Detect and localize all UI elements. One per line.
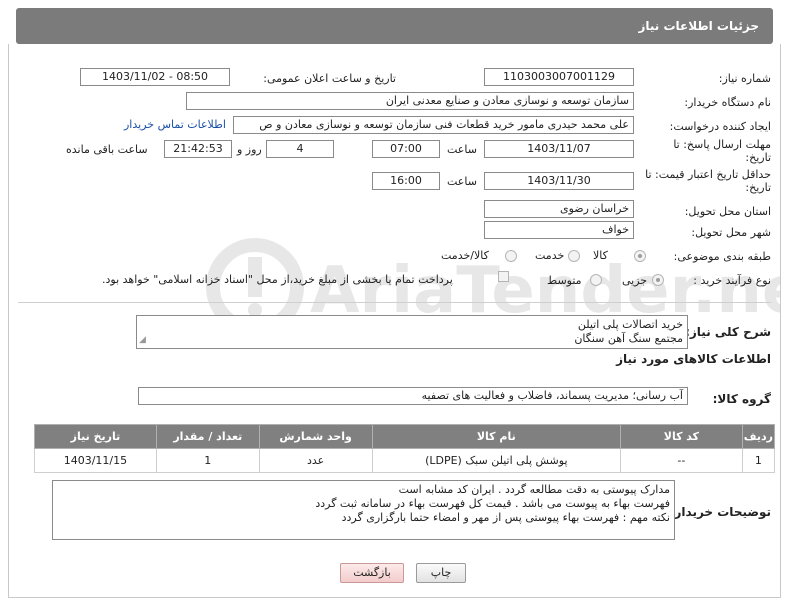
requester-field: علی محمد حیدری مامور خرید قطعات فنی سازم… xyxy=(233,116,634,134)
deadline-date-field: 1403/11/07 xyxy=(484,140,634,158)
category-option-goods-service: کالا/خدمت xyxy=(441,249,489,262)
cell-quantity: 1 xyxy=(155,448,260,473)
treasury-checkbox[interactable] xyxy=(498,271,509,282)
days-label: روز و xyxy=(237,143,262,156)
col-name: نام کالا xyxy=(371,424,622,449)
requester-label: ایجاد کننده درخواست: xyxy=(669,120,771,133)
buyer-org-label: نام دستگاه خریدار: xyxy=(684,96,771,109)
col-code: کد کالا xyxy=(620,424,743,449)
table-row: 1 -- پوشش پلی اتیلن سبک (LDPE) عدد 1 140… xyxy=(34,448,776,473)
cell-name: پوشش پلی اتیلن سبک (LDPE) xyxy=(371,448,622,473)
description-label: شرح کلی نیاز: xyxy=(685,325,771,339)
back-button[interactable]: بازگشت xyxy=(340,563,404,583)
city-field: خواف xyxy=(484,221,634,239)
validity-time-field: 16:00 xyxy=(372,172,440,190)
col-row: ردیف xyxy=(741,424,776,449)
buyer-notes-line-2: فهرست بهاء به پیوست می باشد . قیمت کل فه… xyxy=(315,497,670,510)
city-label: شهر محل تحویل: xyxy=(691,226,771,239)
process-radio-medium[interactable] xyxy=(590,274,602,286)
buyer-notes-label: توضیحات خریدار: xyxy=(669,505,771,519)
days-remaining-field: 4 xyxy=(266,140,334,158)
goods-group-label: گروه کالا: xyxy=(712,392,771,406)
validity-time-label: ساعت xyxy=(447,175,477,188)
payment-note: پرداخت تمام یا بخشی از مبلغ خرید،از محل … xyxy=(102,273,453,286)
announce-date-field: 1403/11/02 - 08:50 xyxy=(80,68,230,86)
buyer-notes-textarea: مدارک پیوستی به دقت مطالعه گردد . ایران … xyxy=(52,480,675,540)
goods-table: ردیف کد کالا نام کالا واحد شمارش تعداد /… xyxy=(34,424,776,473)
deadline-time-field: 07:00 xyxy=(372,140,440,158)
buyer-org-field: سازمان توسعه و نوسازی معادن و صنایع معدن… xyxy=(186,92,634,110)
process-option-minor: جزیی xyxy=(622,274,648,287)
description-line-1: خرید اتصالات پلی اتیلن xyxy=(577,318,683,331)
category-radio-goods-service[interactable] xyxy=(505,250,517,262)
category-option-goods: کالا xyxy=(593,249,608,262)
process-label: نوع فرآیند خرید : xyxy=(693,274,771,287)
deadline-time-label: ساعت xyxy=(447,143,477,156)
deadline-label-line2: تاریخ: xyxy=(745,151,771,164)
goods-group-field: آب رسانی؛ مدیریت پسماند، فاضلاب و فعالیت… xyxy=(138,387,688,405)
validity-date-field: 1403/11/30 xyxy=(484,172,634,190)
panel-header: جزئیات اطلاعات نیاز xyxy=(16,8,773,44)
cell-unit: عدد xyxy=(258,448,373,473)
description-line-2: مجتمع سنگ آهن سنگان xyxy=(574,332,683,345)
resize-grip-icon: ◢ xyxy=(139,335,146,345)
category-radio-service[interactable] xyxy=(568,250,580,262)
description-textarea: خرید اتصالات پلی اتیلن مجتمع سنگ آهن سنگ… xyxy=(136,315,688,349)
buyer-notes-line-1: مدارک پیوستی به دقت مطالعه گردد . ایران … xyxy=(398,483,670,496)
goods-section-title: اطلاعات کالاهای مورد نیاز xyxy=(616,352,771,366)
print-button[interactable]: چاپ xyxy=(416,563,466,583)
deadline-label-line1: مهلت ارسال پاسخ: تا xyxy=(673,138,771,151)
need-number-field: 1103003007001129 xyxy=(484,68,634,86)
col-unit: واحد شمارش xyxy=(258,424,373,449)
goods-table-header: ردیف کد کالا نام کالا واحد شمارش تعداد /… xyxy=(34,424,776,449)
buyer-notes-line-3: نکته مهم : فهرست بهاء پیوستی پس از مهر و… xyxy=(341,511,670,524)
province-label: استان محل تحویل: xyxy=(684,205,771,218)
page-title: جزئیات اطلاعات نیاز xyxy=(638,19,759,33)
category-option-service: خدمت xyxy=(535,249,565,262)
validity-label-line1: حداقل تاریخ اعتبار قیمت: تا xyxy=(645,168,771,181)
process-option-medium: متوسط xyxy=(547,274,582,287)
remaining-time-label: ساعت باقی مانده xyxy=(66,143,148,156)
remaining-time-field: 21:42:53 xyxy=(164,140,232,158)
need-number-label: شماره نیاز: xyxy=(718,72,771,85)
process-radio-minor[interactable] xyxy=(652,274,664,286)
category-radio-goods[interactable] xyxy=(634,250,646,262)
province-field: خراسان رضوی xyxy=(484,200,634,218)
buyer-contact-link[interactable]: اطلاعات تماس خریدار xyxy=(124,118,226,131)
cell-code: -- xyxy=(620,448,743,473)
category-label: طبقه بندی موضوعی: xyxy=(673,250,771,263)
announce-date-label: تاریخ و ساعت اعلان عمومی: xyxy=(263,72,396,85)
col-quantity: تعداد / مقدار xyxy=(155,424,260,449)
col-need-date: تاریخ نیاز xyxy=(34,424,157,449)
cell-need-date: 1403/11/15 xyxy=(34,448,157,473)
section-divider xyxy=(18,302,771,303)
cell-row: 1 xyxy=(741,448,776,473)
validity-label-line2: تاریخ: xyxy=(745,181,771,194)
